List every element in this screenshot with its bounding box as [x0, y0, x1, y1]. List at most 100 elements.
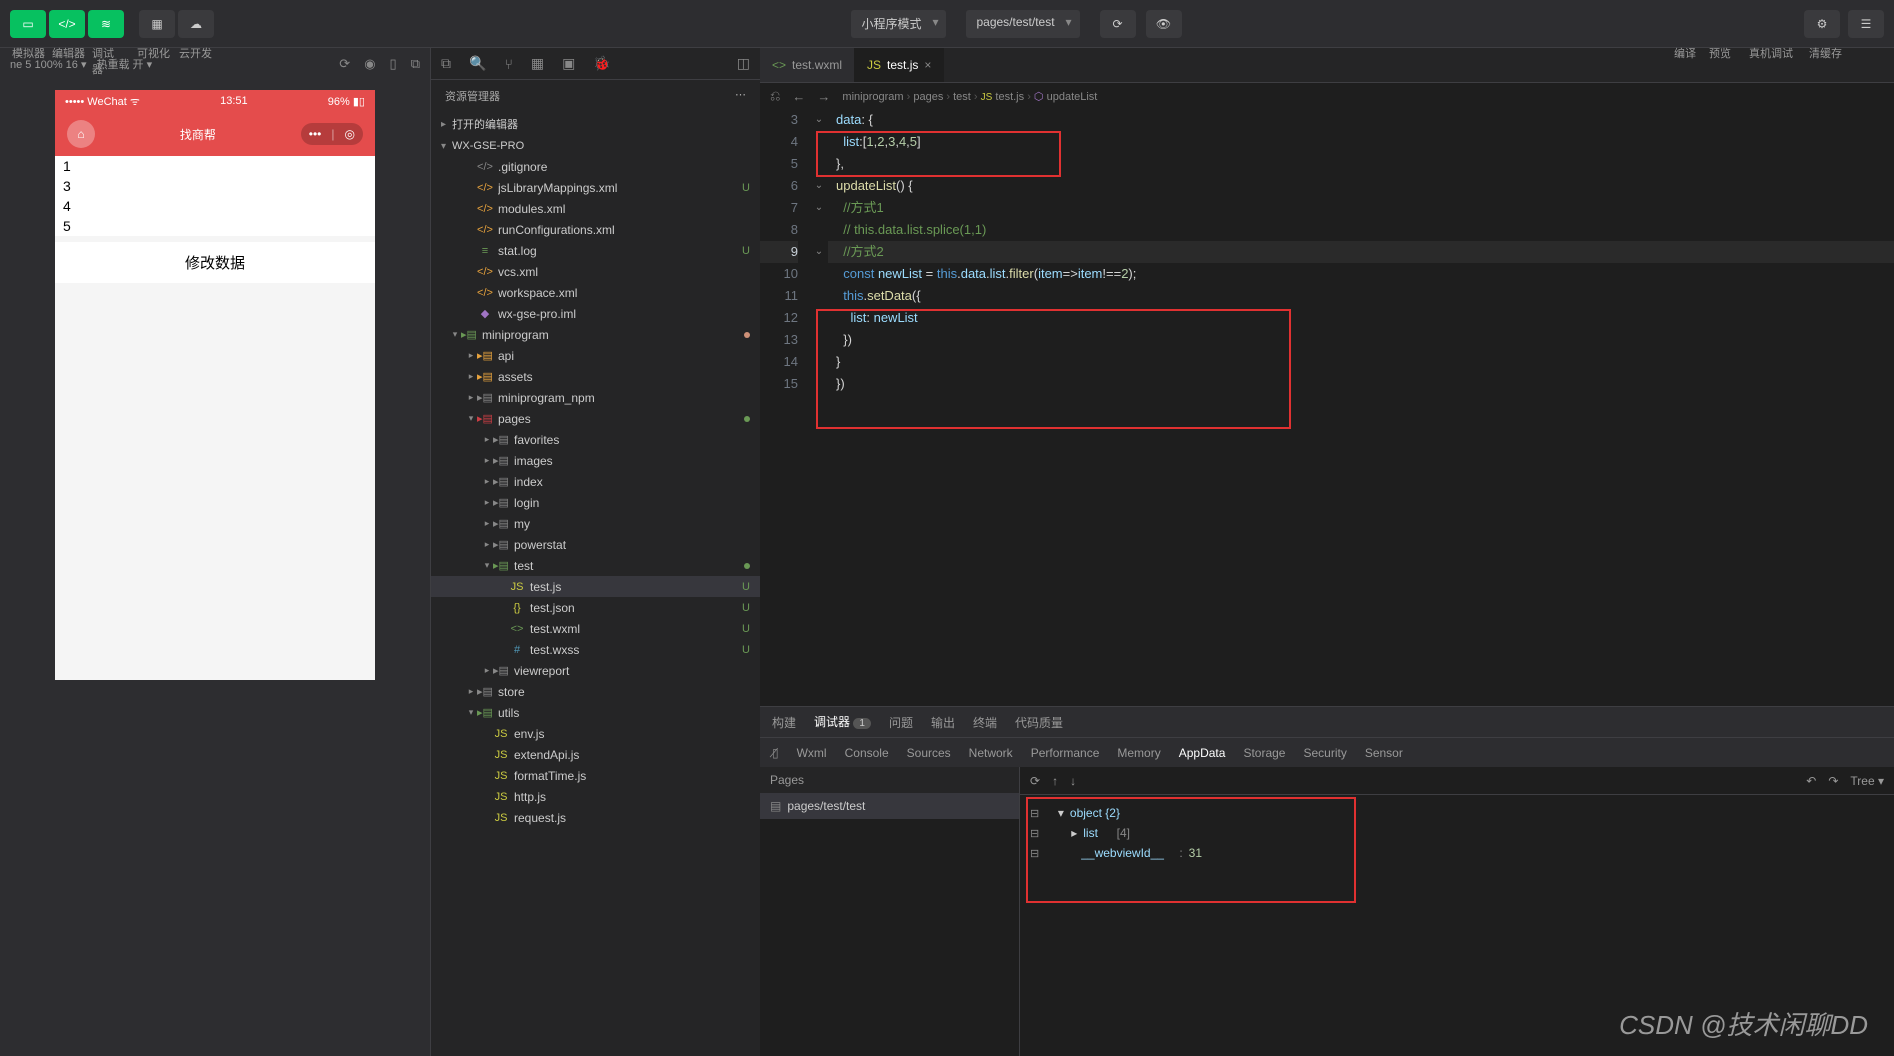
- code-line[interactable]: //方式1: [828, 197, 1894, 219]
- devtools-tab-Network[interactable]: Network: [969, 746, 1013, 760]
- capsule[interactable]: •••|◎: [301, 123, 363, 145]
- file-test.wxss[interactable]: #test.wxssU: [431, 639, 760, 660]
- path-dropdown[interactable]: pages/test/test: [966, 10, 1079, 38]
- devtools-tab-Memory[interactable]: Memory: [1117, 746, 1160, 760]
- fold-icon[interactable]: ⌄: [810, 197, 828, 219]
- fold-icon[interactable]: [810, 219, 828, 241]
- breadcrumb-item[interactable]: miniprogram: [842, 91, 903, 103]
- breadcrumb-item[interactable]: updateList: [1047, 91, 1098, 103]
- file-modules.xml[interactable]: </>modules.xml: [431, 198, 760, 219]
- cloud-toggle[interactable]: ☁: [178, 10, 214, 38]
- fold-icon[interactable]: ⌄: [810, 175, 828, 197]
- code-editor[interactable]: 3456789101112131415 ⌄⌄⌄⌄ data: { list:[1…: [760, 109, 1894, 706]
- chevron-down-icon[interactable]: ▾: [1058, 806, 1064, 820]
- file-request.js[interactable]: JSrequest.js: [431, 807, 760, 828]
- folder-miniprogram[interactable]: ▾▸▤miniprogram: [431, 324, 760, 345]
- code-line[interactable]: list:[1,2,3,4,5]: [828, 131, 1894, 153]
- fold-icon[interactable]: [810, 153, 828, 175]
- search-icon[interactable]: 🔍: [469, 55, 486, 72]
- devtools-tab-Sources[interactable]: Sources: [907, 746, 951, 760]
- devtools-tab-Wxml[interactable]: Wxml: [797, 746, 827, 760]
- fold-icon[interactable]: [810, 351, 828, 373]
- file-jsLibraryMappings.xml[interactable]: </>jsLibraryMappings.xmlU: [431, 177, 760, 198]
- fold-icon[interactable]: [810, 131, 828, 153]
- code-line[interactable]: list: newList: [828, 307, 1894, 329]
- row-icon[interactable]: ⊟: [1030, 807, 1039, 820]
- refresh-icon[interactable]: ⟳: [1100, 10, 1136, 38]
- panel-tab-代码质量[interactable]: 代码质量: [1015, 707, 1063, 738]
- more-icon[interactable]: ⋯: [735, 88, 746, 104]
- folder-assets[interactable]: ▸▸▤assets: [431, 366, 760, 387]
- record-icon[interactable]: ◉: [364, 56, 375, 72]
- code-line[interactable]: }): [828, 373, 1894, 395]
- file-.gitignore[interactable]: </>.gitignore: [431, 156, 760, 177]
- fold-icon[interactable]: [810, 263, 828, 285]
- folder-test[interactable]: ▾▸▤test: [431, 555, 760, 576]
- folder-api[interactable]: ▸▸▤api: [431, 345, 760, 366]
- data-root[interactable]: object {2}: [1070, 806, 1120, 820]
- list-key[interactable]: list: [1083, 826, 1098, 840]
- split-icon[interactable]: ◫: [737, 55, 750, 72]
- code-line[interactable]: data: {: [828, 109, 1894, 131]
- breadcrumb-item[interactable]: test: [953, 91, 971, 103]
- row-icon[interactable]: ⊟: [1030, 827, 1039, 840]
- refresh-icon[interactable]: ⟳: [1030, 774, 1040, 788]
- devtools-tab-Console[interactable]: Console: [845, 746, 889, 760]
- code-line[interactable]: }: [828, 351, 1894, 373]
- code-line[interactable]: // this.data.list.splice(1,1): [828, 219, 1894, 241]
- folder-login[interactable]: ▸▸▤login: [431, 492, 760, 513]
- devtools-tab-Sensor[interactable]: Sensor: [1365, 746, 1403, 760]
- file-stat.log[interactable]: ≡stat.logU: [431, 240, 760, 261]
- more-icon[interactable]: •••: [309, 127, 322, 141]
- panel-tab-终端[interactable]: 终端: [973, 707, 997, 738]
- stack-icon[interactable]: ☰: [1848, 10, 1884, 38]
- compile-icon[interactable]: ⚙: [1804, 10, 1840, 38]
- fold-icon[interactable]: [810, 373, 828, 395]
- no-phone-icon[interactable]: ▯̸: [772, 746, 779, 760]
- tab-test.js[interactable]: JStest.js×: [855, 48, 944, 82]
- folder-pages[interactable]: ▾▸▤pages: [431, 408, 760, 429]
- folder-powerstat[interactable]: ▸▸▤powerstat: [431, 534, 760, 555]
- fold-icon[interactable]: [810, 285, 828, 307]
- devtools-tab-AppData[interactable]: AppData: [1179, 746, 1226, 760]
- file-test.wxml[interactable]: <>test.wxmlU: [431, 618, 760, 639]
- folder-index[interactable]: ▸▸▤index: [431, 471, 760, 492]
- file-workspace.xml[interactable]: </>workspace.xml: [431, 282, 760, 303]
- breadcrumb-icon[interactable]: ⎌: [770, 88, 780, 104]
- devtools-tab-Storage[interactable]: Storage: [1243, 746, 1285, 760]
- eye-icon[interactable]: 👁: [1146, 10, 1182, 38]
- folder-viewreport[interactable]: ▸▸▤viewreport: [431, 660, 760, 681]
- home-icon[interactable]: ⌂: [67, 120, 95, 148]
- editor-toggle[interactable]: </>: [49, 10, 85, 38]
- file-env.js[interactable]: JSenv.js: [431, 723, 760, 744]
- file-wx-gse-pro.iml[interactable]: ◆wx-gse-pro.iml: [431, 303, 760, 324]
- up-icon[interactable]: ↑: [1052, 774, 1058, 788]
- git-icon[interactable]: ⑂: [504, 56, 512, 72]
- forward-icon[interactable]: →: [817, 89, 830, 104]
- modify-button[interactable]: 修改数据: [55, 242, 375, 283]
- back-icon[interactable]: ←: [792, 89, 805, 104]
- refresh-icon[interactable]: ⟳: [339, 56, 350, 72]
- breadcrumb-item[interactable]: pages: [913, 91, 943, 103]
- debugger-toggle[interactable]: ≋: [88, 10, 124, 38]
- code-line[interactable]: //方式2: [828, 241, 1894, 263]
- row-icon[interactable]: ⊟: [1030, 847, 1039, 860]
- folder-my[interactable]: ▸▸▤my: [431, 513, 760, 534]
- visual-toggle[interactable]: ▦: [139, 10, 175, 38]
- page-item[interactable]: ▤pages/test/test: [760, 793, 1019, 819]
- redo-icon[interactable]: ↷: [1828, 774, 1838, 788]
- code-line[interactable]: updateList() {: [828, 175, 1894, 197]
- file-formatTime.js[interactable]: JSformatTime.js: [431, 765, 760, 786]
- bug-icon[interactable]: 🐞: [593, 55, 610, 72]
- fold-icon[interactable]: ⌄: [810, 109, 828, 131]
- file-vcs.xml[interactable]: </>vcs.xml: [431, 261, 760, 282]
- fold-icon[interactable]: [810, 307, 828, 329]
- target-icon[interactable]: ◎: [345, 127, 355, 141]
- popup-icon[interactable]: ⧉: [411, 56, 420, 72]
- folder-utils[interactable]: ▾▸▤utils: [431, 702, 760, 723]
- ext-icon[interactable]: ▦: [531, 55, 544, 72]
- code-line[interactable]: const newList = this.data.list.filter(it…: [828, 263, 1894, 285]
- tab-test.wxml[interactable]: <>test.wxml: [760, 48, 855, 82]
- copy-icon[interactable]: ⧉: [441, 55, 451, 72]
- simulator-toggle[interactable]: ▭: [10, 10, 46, 38]
